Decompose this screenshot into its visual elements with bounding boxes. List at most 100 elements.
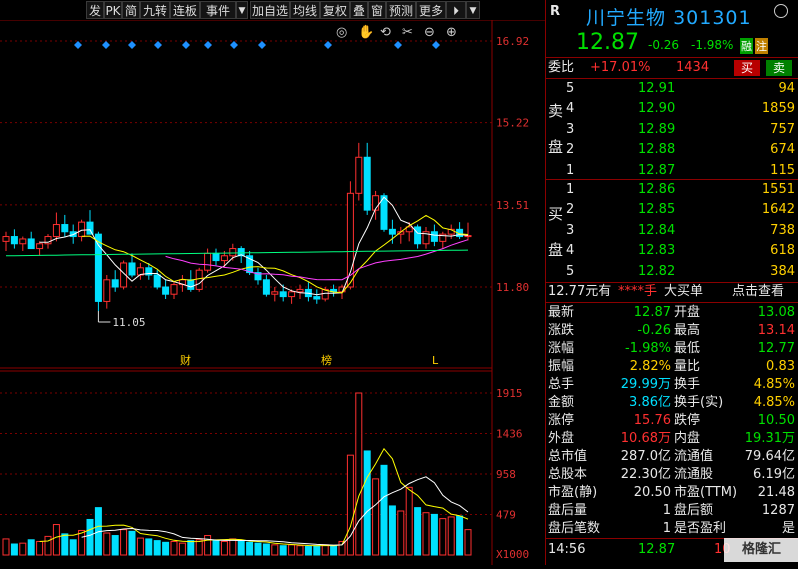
candle-body	[111, 279, 119, 288]
stat-label: 流通股	[674, 467, 714, 482]
volume-bar	[355, 392, 363, 556]
r-icon[interactable]: R	[550, 4, 560, 19]
ask-row[interactable]: 1 12.87 115	[546, 162, 798, 180]
candle-body	[271, 291, 279, 295]
ask-row[interactable]: 3 12.89 757	[546, 121, 798, 139]
stat-value: 2.82%	[629, 359, 671, 374]
stat-value: 0.83	[766, 359, 795, 374]
stock-name: 川宁生物 301301	[586, 3, 752, 30]
stat-label: 外盘	[548, 431, 575, 446]
margin-tag: 融	[740, 38, 753, 54]
event-diamond-icon	[230, 41, 238, 49]
divider	[546, 57, 798, 58]
candle-body	[36, 243, 44, 250]
event-label: 财	[180, 353, 191, 367]
zoom-icon[interactable]	[774, 4, 788, 18]
chart-tool-icon: ⊕	[446, 25, 457, 40]
stat-row: 总手 29.99万 换手 4.85%	[546, 376, 798, 394]
bid-row[interactable]: 3 12.84 738	[546, 222, 798, 240]
bid-row[interactable]: 5 12.82 384	[546, 263, 798, 281]
volume-bar	[136, 537, 144, 556]
toolbar-item-12[interactable]: 更多	[416, 1, 446, 19]
toolbar-item-5[interactable]: 事件	[200, 1, 236, 19]
toolbar-item-0[interactable]: 发	[86, 1, 104, 19]
stat-value: 15.76	[633, 413, 671, 428]
candle-body	[262, 279, 270, 295]
toolbar-event-dropdown-icon[interactable]: ▼	[236, 1, 248, 19]
bid-label-bottom: 盘	[548, 241, 564, 259]
toolbar-more-dropdown-icon[interactable]: ▼	[466, 1, 480, 19]
toolbar-item-2[interactable]: 简	[122, 1, 140, 19]
stat-value: 19.31万	[744, 431, 795, 446]
bid-row[interactable]: 2 12.85 1642	[546, 201, 798, 219]
toolbar-item-9[interactable]: 叠	[350, 1, 368, 19]
candle-body	[430, 231, 438, 242]
event-diamond-icon	[74, 41, 82, 49]
ask-volume: 757	[770, 121, 795, 137]
bid-volume: 738	[770, 222, 795, 238]
ask-price: 12.87	[638, 162, 676, 178]
volume-bar	[321, 544, 329, 556]
toolbar-item-11[interactable]: 预测	[386, 1, 416, 19]
toolbar-item-1[interactable]: PK	[104, 1, 122, 19]
volume-axis-label: 1436	[496, 428, 523, 441]
big-order-hands: ****手	[618, 284, 658, 299]
event-diamond-icon	[432, 41, 440, 49]
candle-body	[153, 274, 161, 288]
stat-value: 1287	[761, 503, 795, 518]
weibi-label: 委比	[548, 60, 575, 75]
volume-bar	[69, 539, 77, 556]
stat-row: 外盘 10.68万 内盘 19.31万	[546, 430, 798, 448]
volume-bar	[456, 515, 464, 556]
bid-volume: 384	[770, 263, 795, 279]
stat-value: 29.99万	[620, 377, 671, 392]
event-label: 榜	[321, 353, 332, 367]
divider	[546, 302, 798, 303]
chart-tool-icon: ✂	[402, 25, 413, 40]
big-order-view-link[interactable]: 点击查看	[732, 283, 784, 301]
volume-bar	[103, 532, 111, 556]
volume-bar	[262, 543, 270, 556]
toolbar-item-10[interactable]: 窗	[368, 1, 386, 19]
toolbar-item-3[interactable]: 九转	[140, 1, 170, 19]
big-order-row[interactable]: 12.77元有 ****手 大买单 点击查看	[546, 283, 798, 301]
toolbar-item-4[interactable]: 连板	[170, 1, 200, 19]
price-axis-label: 13.51	[496, 199, 529, 212]
toolbar-item-6[interactable]: 加自选	[250, 1, 290, 19]
volume-bar	[86, 518, 94, 556]
bid-row[interactable]: 1 12.86 1551	[546, 181, 798, 199]
volume-bar	[304, 546, 312, 556]
stat-label: 最高	[674, 323, 701, 338]
stat-value: 20.50	[633, 485, 671, 500]
stat-row: 总市值 287.0亿 流通值 79.64亿	[546, 448, 798, 466]
price-change-pct: -1.98%	[691, 38, 734, 52]
toolbar-expand-icon[interactable]: ⏵	[446, 1, 466, 19]
buy-button[interactable]: 买	[734, 60, 760, 76]
bid-level: 2	[566, 202, 575, 218]
candle-body	[52, 224, 60, 238]
ask-row[interactable]: 5 12.91 94	[546, 80, 798, 98]
ask-level: 3	[566, 121, 575, 137]
volume-bar	[27, 539, 35, 556]
volume-bar	[447, 516, 455, 556]
stat-label: 涨跌	[548, 323, 575, 338]
ask-label-top: 卖	[548, 102, 564, 120]
volume-bar	[128, 530, 136, 556]
price-axis-label: 11.80	[496, 281, 529, 294]
toolbar-item-8[interactable]: 复权	[320, 1, 350, 19]
sell-button[interactable]: 卖	[766, 60, 792, 76]
stat-value: -1.98%	[625, 341, 671, 356]
ma-line	[5, 249, 469, 257]
volume-bar	[204, 535, 212, 556]
ask-row[interactable]: 4 12.90 1859	[546, 100, 798, 118]
bid-row[interactable]: 4 12.83 618	[546, 242, 798, 260]
kline-chart-svg[interactable]: 16.92 15.22 13.51 11.80 11.05 ◎ ✋ ⟲ ✂ ⊖ ⊕ 财 榜 L 1915 14…	[0, 19, 545, 565]
candle-body	[229, 248, 237, 257]
kline-chart-area[interactable]: 16.92 15.22 13.51 11.80 11.05 ◎ ✋ ⟲ ✂ ⊖ ⊕ 财 榜 L 1915 14…	[0, 19, 545, 565]
ask-price: 12.88	[638, 142, 676, 158]
volume-bar	[254, 542, 262, 556]
ask-volume: 674	[770, 142, 795, 158]
volume-bar	[111, 535, 119, 556]
toolbar-item-7[interactable]: 均线	[290, 1, 320, 19]
ask-row[interactable]: 2 12.88 674	[546, 141, 798, 159]
